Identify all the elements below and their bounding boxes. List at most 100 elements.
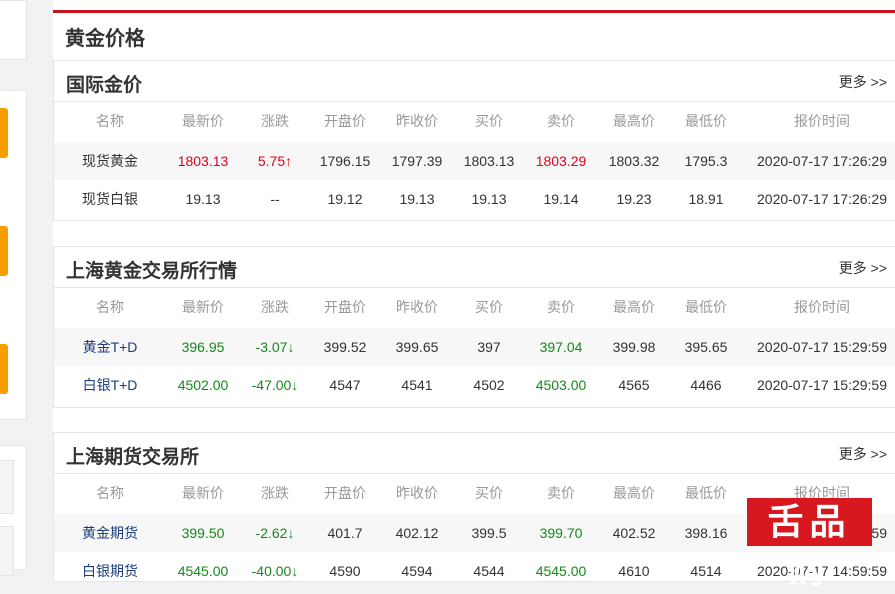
left-orange-tab-3[interactable] xyxy=(0,344,8,394)
column-header-change: 涨跌 xyxy=(261,299,289,315)
section-header: 国际金价 更多 >> xyxy=(54,61,895,102)
column-header-prev-close: 昨收价 xyxy=(396,299,438,315)
row-open: 4590 xyxy=(329,563,361,579)
column-header-ask: 卖价 xyxy=(547,299,575,315)
row-high: 399.98 xyxy=(612,339,656,355)
row-prev-close: 402.12 xyxy=(395,525,439,541)
row-time: 2020-07-17 15:29:59 xyxy=(757,377,887,393)
section-title: 上海黄金交易所行情 xyxy=(66,261,238,282)
column-header-ask: 卖价 xyxy=(547,485,575,501)
top-accent-line xyxy=(53,10,895,13)
row-change: -40.00↓ xyxy=(251,563,299,579)
left-orange-tab-1[interactable] xyxy=(0,108,8,158)
row-low: 4514 xyxy=(690,563,722,579)
column-header-bid: 买价 xyxy=(475,113,503,129)
watermark-logo: 舌品购 xyxy=(747,498,872,590)
column-header-change: 涨跌 xyxy=(261,113,289,129)
row-time: 2020-07-17 15:29:59 xyxy=(757,339,887,355)
row-time: 2020-07-17 17:26:29 xyxy=(757,191,887,207)
column-header-high: 最高价 xyxy=(613,485,655,501)
section-header: 上海黄金交易所行情 更多 >> xyxy=(54,247,895,288)
row-prev-close: 4594 xyxy=(401,563,433,579)
row-name-link[interactable]: 黄金T+D xyxy=(78,328,142,366)
row-ask: 397.04 xyxy=(539,339,583,355)
section-shanghai-gold-exchange: 上海黄金交易所行情 更多 >> 名称 最新价 涨跌 开盘价 昨收价 买价 卖价 … xyxy=(53,246,895,408)
column-header-open: 开盘价 xyxy=(324,299,366,315)
row-bid: 399.5 xyxy=(471,525,507,541)
left-gray-block-2 xyxy=(0,526,14,576)
column-header-open: 开盘价 xyxy=(324,113,366,129)
more-link[interactable]: 更多 >> xyxy=(839,258,887,278)
row-low: 1795.3 xyxy=(684,153,728,169)
row-name-link[interactable]: 白银T+D xyxy=(78,366,142,404)
column-header-prev-close: 昨收价 xyxy=(396,485,438,501)
row-bid: 4544 xyxy=(473,563,505,579)
row-low: 398.16 xyxy=(684,525,728,541)
row-change: 5.75↑ xyxy=(257,153,293,169)
row-high: 19.23 xyxy=(616,191,652,207)
row-prev-close: 1797.39 xyxy=(391,153,443,169)
column-header-bid: 买价 xyxy=(475,299,503,315)
row-prev-close: 399.65 xyxy=(395,339,439,355)
row-ask: 1803.29 xyxy=(535,153,587,169)
table-header-row: 名称 最新价 涨跌 开盘价 昨收价 买价 卖价 最高价 最低价 报价时间 xyxy=(54,102,895,140)
page-title: 黄金价格 xyxy=(65,28,145,50)
row-bid: 19.13 xyxy=(471,191,507,207)
row-bid: 1803.13 xyxy=(463,153,515,169)
table-row: 白银期货 4545.00 -40.00↓ 4590 4594 4544 4545… xyxy=(54,552,895,590)
row-latest: 19.13 xyxy=(185,191,221,207)
row-latest: 4545.00 xyxy=(177,563,229,579)
column-header-ask: 卖价 xyxy=(547,113,575,129)
row-name-link[interactable]: 现货白银 xyxy=(78,180,142,218)
column-header-time: 报价时间 xyxy=(794,113,850,129)
left-panel-bottom xyxy=(0,445,27,576)
table-header-row: 名称 最新价 涨跌 开盘价 昨收价 买价 卖价 最高价 最低价 报价时间 xyxy=(54,288,895,326)
row-ask: 19.14 xyxy=(543,191,579,207)
more-link[interactable]: 更多 >> xyxy=(839,444,887,464)
table-row: 现货白银 19.13 -- 19.12 19.13 19.13 19.14 19… xyxy=(54,180,895,218)
section-international-gold: 国际金价 更多 >> 名称 最新价 涨跌 开盘价 昨收价 买价 卖价 最高价 最… xyxy=(53,60,895,221)
column-header-bid: 买价 xyxy=(475,485,503,501)
row-change: -3.07↓ xyxy=(255,339,295,355)
row-high: 402.52 xyxy=(612,525,656,541)
column-header-time: 报价时间 xyxy=(794,299,850,315)
row-open: 19.12 xyxy=(327,191,363,207)
column-header-low: 最低价 xyxy=(685,299,727,315)
row-prev-close: 4541 xyxy=(401,377,433,393)
section-title: 上海期货交易所 xyxy=(66,447,200,468)
row-bid: 397 xyxy=(477,339,501,355)
row-name-link[interactable]: 现货黄金 xyxy=(78,142,142,180)
row-latest: 396.95 xyxy=(181,339,225,355)
row-ask: 4503.00 xyxy=(535,377,587,393)
column-header-name: 名称 xyxy=(96,113,124,129)
row-name-link[interactable]: 黄金期货 xyxy=(78,514,142,552)
left-orange-tab-2[interactable] xyxy=(0,226,8,276)
row-low: 18.91 xyxy=(688,191,724,207)
row-low: 395.65 xyxy=(684,339,728,355)
row-latest: 4502.00 xyxy=(177,377,229,393)
row-high: 4565 xyxy=(618,377,650,393)
row-open: 4547 xyxy=(329,377,361,393)
left-sidebar xyxy=(0,0,27,576)
row-prev-close: 19.13 xyxy=(399,191,435,207)
column-header-change: 涨跌 xyxy=(261,485,289,501)
row-ask: 399.70 xyxy=(539,525,583,541)
column-header-latest: 最新价 xyxy=(182,485,224,501)
row-time: 2020-07-17 17:26:29 xyxy=(757,153,887,169)
column-header-low: 最低价 xyxy=(685,113,727,129)
row-open: 1796.15 xyxy=(319,153,371,169)
row-name-link[interactable]: 白银期货 xyxy=(78,552,142,590)
more-link[interactable]: 更多 >> xyxy=(839,72,887,92)
column-header-prev-close: 昨收价 xyxy=(396,113,438,129)
row-change: -2.62↓ xyxy=(255,525,295,541)
column-header-high: 最高价 xyxy=(613,299,655,315)
row-latest: 399.50 xyxy=(181,525,225,541)
row-open: 401.7 xyxy=(327,525,363,541)
row-change: -- xyxy=(270,191,280,207)
row-high: 4610 xyxy=(618,563,650,579)
column-header-latest: 最新价 xyxy=(182,299,224,315)
left-panel-top xyxy=(0,0,27,60)
row-ask: 4545.00 xyxy=(535,563,587,579)
column-header-name: 名称 xyxy=(96,299,124,315)
row-high: 1803.32 xyxy=(608,153,660,169)
